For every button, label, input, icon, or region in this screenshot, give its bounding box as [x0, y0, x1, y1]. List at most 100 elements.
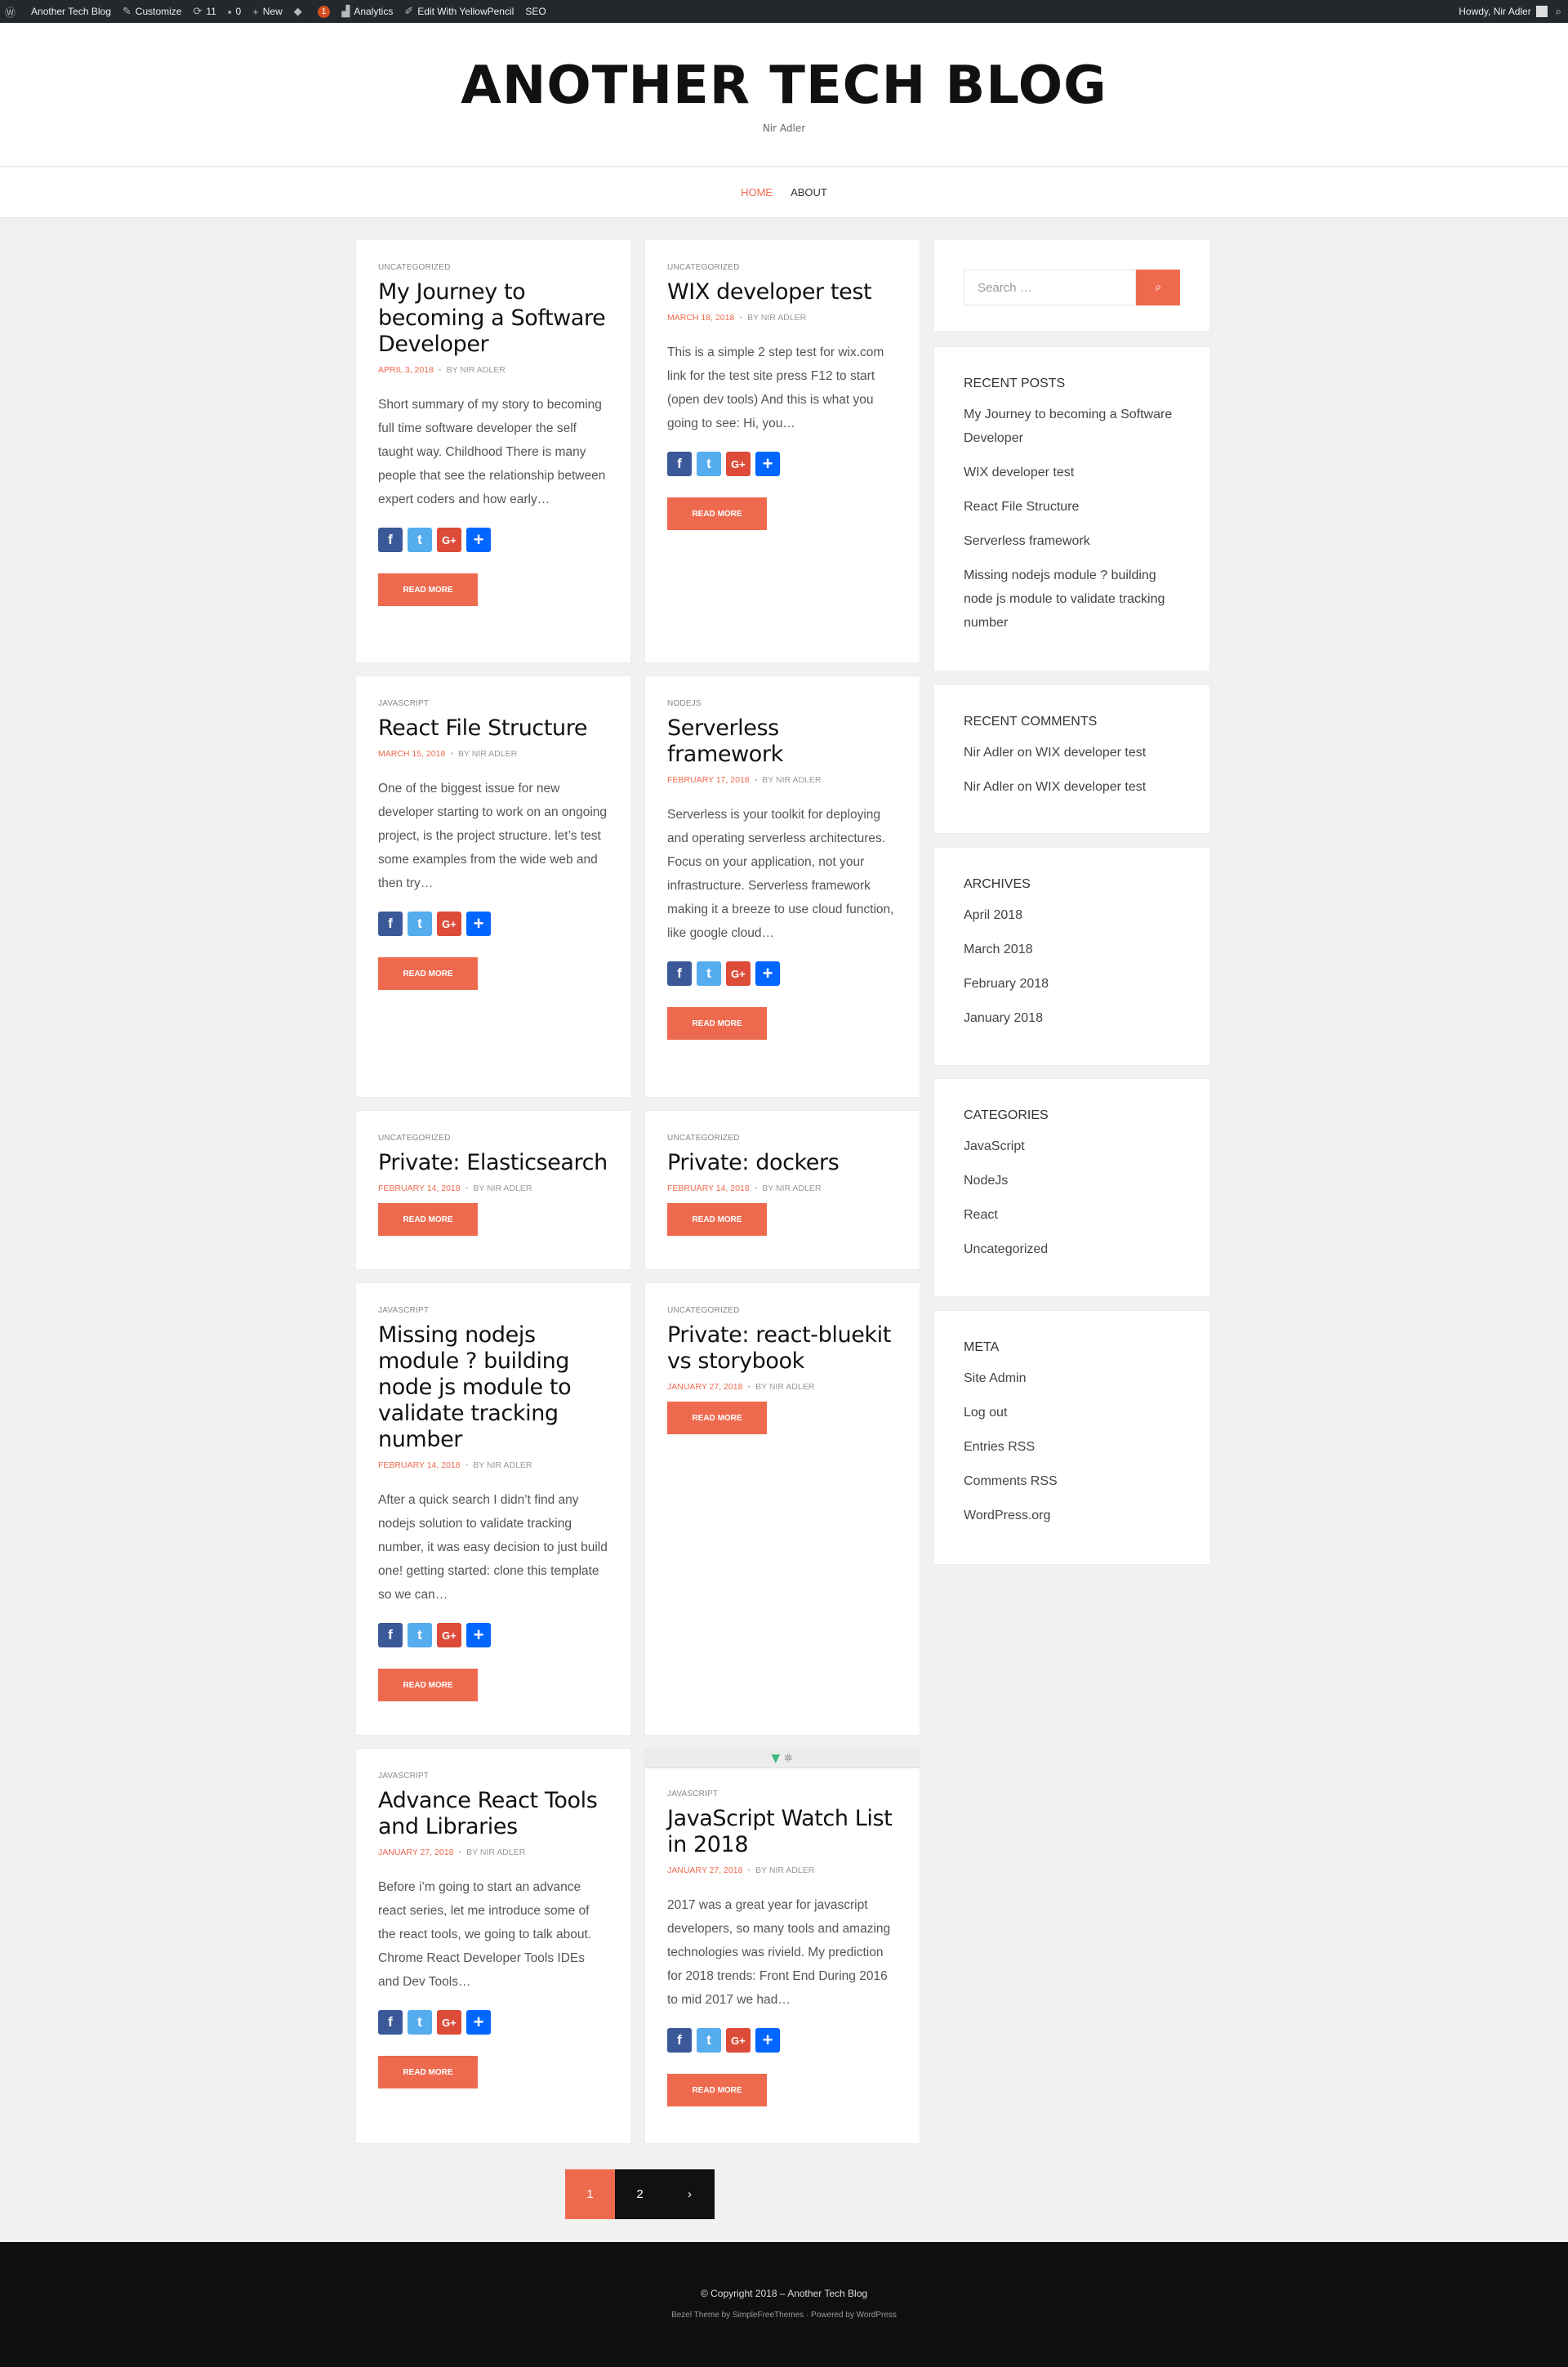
archive-link[interactable]: March 2018	[964, 938, 1180, 961]
read-more-button[interactable]: READ MORE	[667, 1203, 767, 1236]
post-category[interactable]: UNCATEGORIZED	[667, 1134, 898, 1143]
post-title[interactable]: My Journey to becoming a Software Develo…	[378, 279, 608, 358]
meta-link[interactable]: Comments RSS	[964, 1469, 1180, 1493]
category-link[interactable]: Uncategorized	[964, 1237, 1180, 1261]
post-category[interactable]: JAVASCRIPT	[667, 1790, 898, 1799]
post-date[interactable]: JANUARY 27, 2018	[378, 1848, 453, 1857]
share-plus-icon[interactable]: +	[755, 2028, 780, 2053]
twitter-icon[interactable]: t	[697, 452, 721, 476]
google-plus-icon[interactable]: G+	[437, 528, 461, 552]
post-date[interactable]: FEBRUARY 14, 2018	[378, 1184, 461, 1193]
recent-post-link[interactable]: Serverless framework	[964, 529, 1180, 553]
post-date[interactable]: MARCH 15, 2018	[378, 749, 445, 759]
admin-customize-link[interactable]: ✎ Customize	[122, 5, 182, 18]
post-author[interactable]: BY NIR ADLER	[762, 775, 821, 785]
admin-site-link[interactable]: Another Tech Blog	[31, 6, 111, 17]
post-category[interactable]: NODEJS	[667, 699, 898, 708]
google-plus-icon[interactable]: G+	[726, 961, 751, 986]
read-more-button[interactable]: READ MORE	[378, 1203, 478, 1236]
nav-about[interactable]: ABOUT	[791, 186, 827, 198]
post-title[interactable]: Serverless framework	[667, 715, 898, 768]
read-more-button[interactable]: READ MORE	[378, 573, 478, 606]
recent-post-link[interactable]: React File Structure	[964, 495, 1180, 519]
facebook-icon[interactable]: f	[378, 1623, 403, 1647]
share-plus-icon[interactable]: +	[466, 1623, 491, 1647]
facebook-icon[interactable]: f	[667, 452, 692, 476]
site-title[interactable]: ANOTHER TECH BLOG	[0, 56, 1568, 116]
twitter-icon[interactable]: t	[408, 912, 432, 936]
admin-comments-link[interactable]: ▪ 0	[228, 6, 241, 18]
meta-link[interactable]: Entries RSS	[964, 1435, 1180, 1459]
post-category[interactable]: JAVASCRIPT	[378, 1772, 608, 1781]
read-more-button[interactable]: READ MORE	[667, 1007, 767, 1040]
post-author[interactable]: BY NIR ADLER	[755, 1866, 814, 1875]
post-author[interactable]: BY NIR ADLER	[473, 1460, 532, 1470]
post-category[interactable]: UNCATEGORIZED	[378, 1134, 608, 1143]
post-category[interactable]: JAVASCRIPT	[378, 1306, 608, 1315]
post-title[interactable]: Private: Elasticsearch	[378, 1150, 608, 1176]
share-plus-icon[interactable]: +	[755, 452, 780, 476]
post-date[interactable]: FEBRUARY 14, 2018	[667, 1184, 750, 1193]
facebook-icon[interactable]: f	[378, 2010, 403, 2035]
read-more-button[interactable]: READ MORE	[667, 497, 767, 530]
meta-link[interactable]: Site Admin	[964, 1366, 1180, 1390]
archive-link[interactable]: February 2018	[964, 972, 1180, 996]
twitter-icon[interactable]: t	[408, 1623, 432, 1647]
post-title[interactable]: Private: dockers	[667, 1150, 898, 1176]
admin-yellowpencil-link[interactable]: ✐ Edit With YellowPencil	[404, 5, 514, 18]
category-link[interactable]: NodeJs	[964, 1169, 1180, 1192]
google-plus-icon[interactable]: G+	[726, 2028, 751, 2053]
post-title[interactable]: Advance React Tools and Libraries	[378, 1788, 608, 1840]
read-more-button[interactable]: READ MORE	[378, 1669, 478, 1701]
category-link[interactable]: React	[964, 1203, 1180, 1227]
share-plus-icon[interactable]: +	[466, 528, 491, 552]
nav-home[interactable]: HOME	[741, 186, 773, 198]
admin-analytics-link[interactable]: ▟ Analytics	[341, 5, 393, 18]
post-category[interactable]: JAVASCRIPT	[378, 699, 608, 708]
plugin-diamond-icon[interactable]: ◆	[294, 5, 306, 18]
post-author[interactable]: BY NIR ADLER	[458, 749, 517, 759]
post-title[interactable]: Private: react-bluekit vs storybook	[667, 1322, 898, 1375]
twitter-icon[interactable]: t	[697, 2028, 721, 2053]
facebook-icon[interactable]: f	[667, 2028, 692, 2053]
google-plus-icon[interactable]: G+	[437, 2010, 461, 2035]
post-date[interactable]: MARCH 18, 2018	[667, 313, 734, 323]
admin-seo-link[interactable]: SEO	[525, 6, 546, 17]
post-title[interactable]: Missing nodejs module ? building node js…	[378, 1322, 608, 1453]
notification-badge[interactable]: 1	[317, 5, 331, 18]
admin-updates-link[interactable]: ⟳ 11	[193, 5, 216, 18]
recent-comment-link[interactable]: Nir Adler on WIX developer test	[964, 741, 1180, 764]
category-link[interactable]: JavaScript	[964, 1134, 1180, 1158]
read-more-button[interactable]: READ MORE	[667, 1402, 767, 1434]
post-author[interactable]: BY NIR ADLER	[762, 1184, 821, 1193]
post-date[interactable]: APRIL 3, 2018	[378, 365, 434, 375]
page-current[interactable]: 1	[565, 2169, 615, 2219]
post-category[interactable]: UNCATEGORIZED	[667, 1306, 898, 1315]
meta-link[interactable]: WordPress.org	[964, 1504, 1180, 1527]
meta-link[interactable]: Log out	[964, 1401, 1180, 1424]
howdy-user[interactable]: Howdy, Nir Adler	[1459, 6, 1530, 17]
archive-link[interactable]: April 2018	[964, 903, 1180, 927]
post-date[interactable]: JANUARY 27, 2018	[667, 1382, 742, 1392]
post-date[interactable]: FEBRUARY 14, 2018	[378, 1460, 461, 1470]
wordpress-logo-icon[interactable]: Ⓦ	[5, 4, 20, 20]
recent-post-link[interactable]: My Journey to becoming a Software Develo…	[964, 403, 1180, 450]
share-plus-icon[interactable]: +	[755, 961, 780, 986]
post-author[interactable]: BY NIR ADLER	[447, 365, 506, 375]
page-link[interactable]: 2	[615, 2169, 665, 2219]
share-plus-icon[interactable]: +	[466, 912, 491, 936]
recent-comment-link[interactable]: Nir Adler on WIX developer test	[964, 775, 1180, 799]
twitter-icon[interactable]: t	[408, 528, 432, 552]
admin-new-link[interactable]: + New	[252, 6, 283, 18]
post-date[interactable]: FEBRUARY 17, 2018	[667, 775, 750, 785]
footer-credits[interactable]: Bezel Theme by SimpleFreeThemes · Powere…	[0, 2311, 1568, 2320]
share-plus-icon[interactable]: +	[466, 2010, 491, 2035]
recent-post-link[interactable]: WIX developer test	[964, 461, 1180, 484]
google-plus-icon[interactable]: G+	[726, 452, 751, 476]
search-icon[interactable]: ⌕	[1556, 5, 1561, 18]
read-more-button[interactable]: READ MORE	[378, 957, 478, 990]
post-category[interactable]: UNCATEGORIZED	[378, 263, 608, 272]
post-author[interactable]: BY NIR ADLER	[755, 1382, 814, 1392]
recent-post-link[interactable]: Missing nodejs module ? building node js…	[964, 564, 1180, 635]
facebook-icon[interactable]: f	[378, 912, 403, 936]
